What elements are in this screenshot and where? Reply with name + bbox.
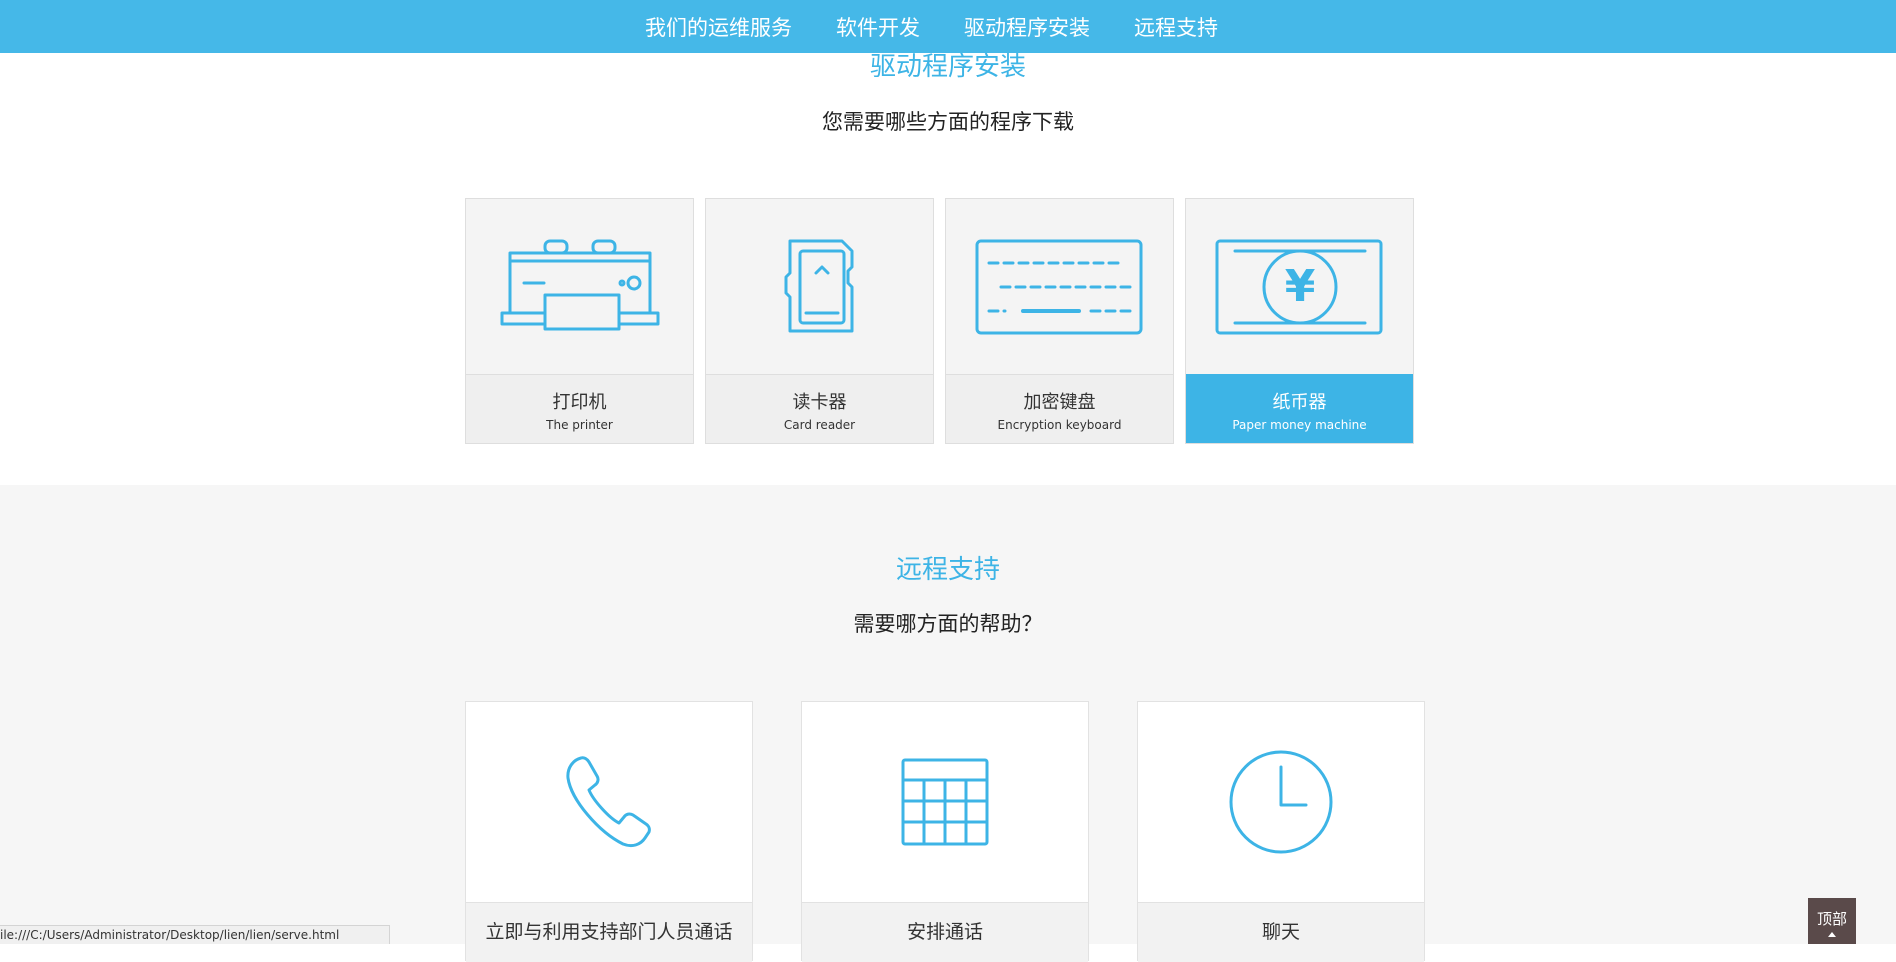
driver-card-sublabel: Card reader xyxy=(783,418,856,432)
svg-text:¥: ¥ xyxy=(1284,261,1315,312)
driver-card-sublabel: Paper money machine xyxy=(1232,418,1367,432)
driver-card-sublabel: Encryption keyboard xyxy=(997,418,1122,432)
top-navbar: 我们的运维服务 软件开发 驱动程序安装 远程支持 xyxy=(0,0,1896,53)
nav-item-software-dev[interactable]: 软件开发 xyxy=(836,12,920,42)
driver-card-sublabel: The printer xyxy=(546,418,613,432)
card-reader-icon xyxy=(784,239,853,332)
remote-subtitle: 需要哪方面的帮助？ xyxy=(853,612,1043,636)
arrow-up-icon xyxy=(1828,932,1836,937)
driver-card-keyboard[interactable]: 加密键盘 Encryption keyboard xyxy=(945,198,1174,444)
nav-item-driver-install[interactable]: 驱动程序安装 xyxy=(964,12,1090,42)
calendar-icon xyxy=(901,758,989,846)
driver-card-label: 打印机 xyxy=(552,392,607,413)
back-to-top-button[interactable]: 顶部 xyxy=(1808,898,1856,944)
remote-section: 远程支持 需要哪方面的帮助？ 立即与利用支持部门人员通话 安排通话 聊天 xyxy=(0,485,1896,962)
remote-card-label: 安排通话 xyxy=(802,902,1088,962)
drivers-section: 驱动程序安装 您需要哪些方面的程序下载 打印机 The printer 读卡器 … xyxy=(0,0,1896,485)
remote-card-label: 立即与利用支持部门人员通话 xyxy=(466,902,752,962)
browser-status-url: ile:///C:/Users/Administrator/Desktop/li… xyxy=(0,925,390,944)
driver-card-card-reader[interactable]: 读卡器 Card reader xyxy=(705,198,934,444)
nav-menu: 我们的运维服务 软件开发 驱动程序安装 远程支持 xyxy=(645,0,1262,53)
remote-card-schedule[interactable]: 安排通话 xyxy=(801,701,1089,962)
banknote-icon: ¥ xyxy=(1215,239,1382,334)
driver-card-label: 纸币器 xyxy=(1272,392,1327,413)
keyboard-icon xyxy=(975,239,1142,334)
driver-card-label: 加密键盘 xyxy=(1023,392,1096,413)
driver-card-printer[interactable]: 打印机 The printer xyxy=(465,198,694,444)
printer-icon xyxy=(500,239,659,330)
phone-icon xyxy=(566,756,651,848)
remote-title: 远程支持 xyxy=(895,555,1000,585)
nav-item-remote-support[interactable]: 远程支持 xyxy=(1134,12,1218,42)
clock-icon xyxy=(1229,750,1333,854)
remote-card-chat[interactable]: 聊天 xyxy=(1137,701,1425,962)
remote-card-call-now[interactable]: 立即与利用支持部门人员通话 xyxy=(465,701,753,962)
nav-item-ops-service[interactable]: 我们的运维服务 xyxy=(645,12,792,42)
remote-card-label: 聊天 xyxy=(1138,902,1424,962)
back-to-top-label: 顶部 xyxy=(1816,910,1847,928)
driver-card-label: 读卡器 xyxy=(792,392,847,413)
drivers-subtitle: 您需要哪些方面的程序下载 xyxy=(822,110,1074,134)
driver-card-banknote[interactable]: ¥ 纸币器 Paper money machine xyxy=(1185,198,1414,444)
